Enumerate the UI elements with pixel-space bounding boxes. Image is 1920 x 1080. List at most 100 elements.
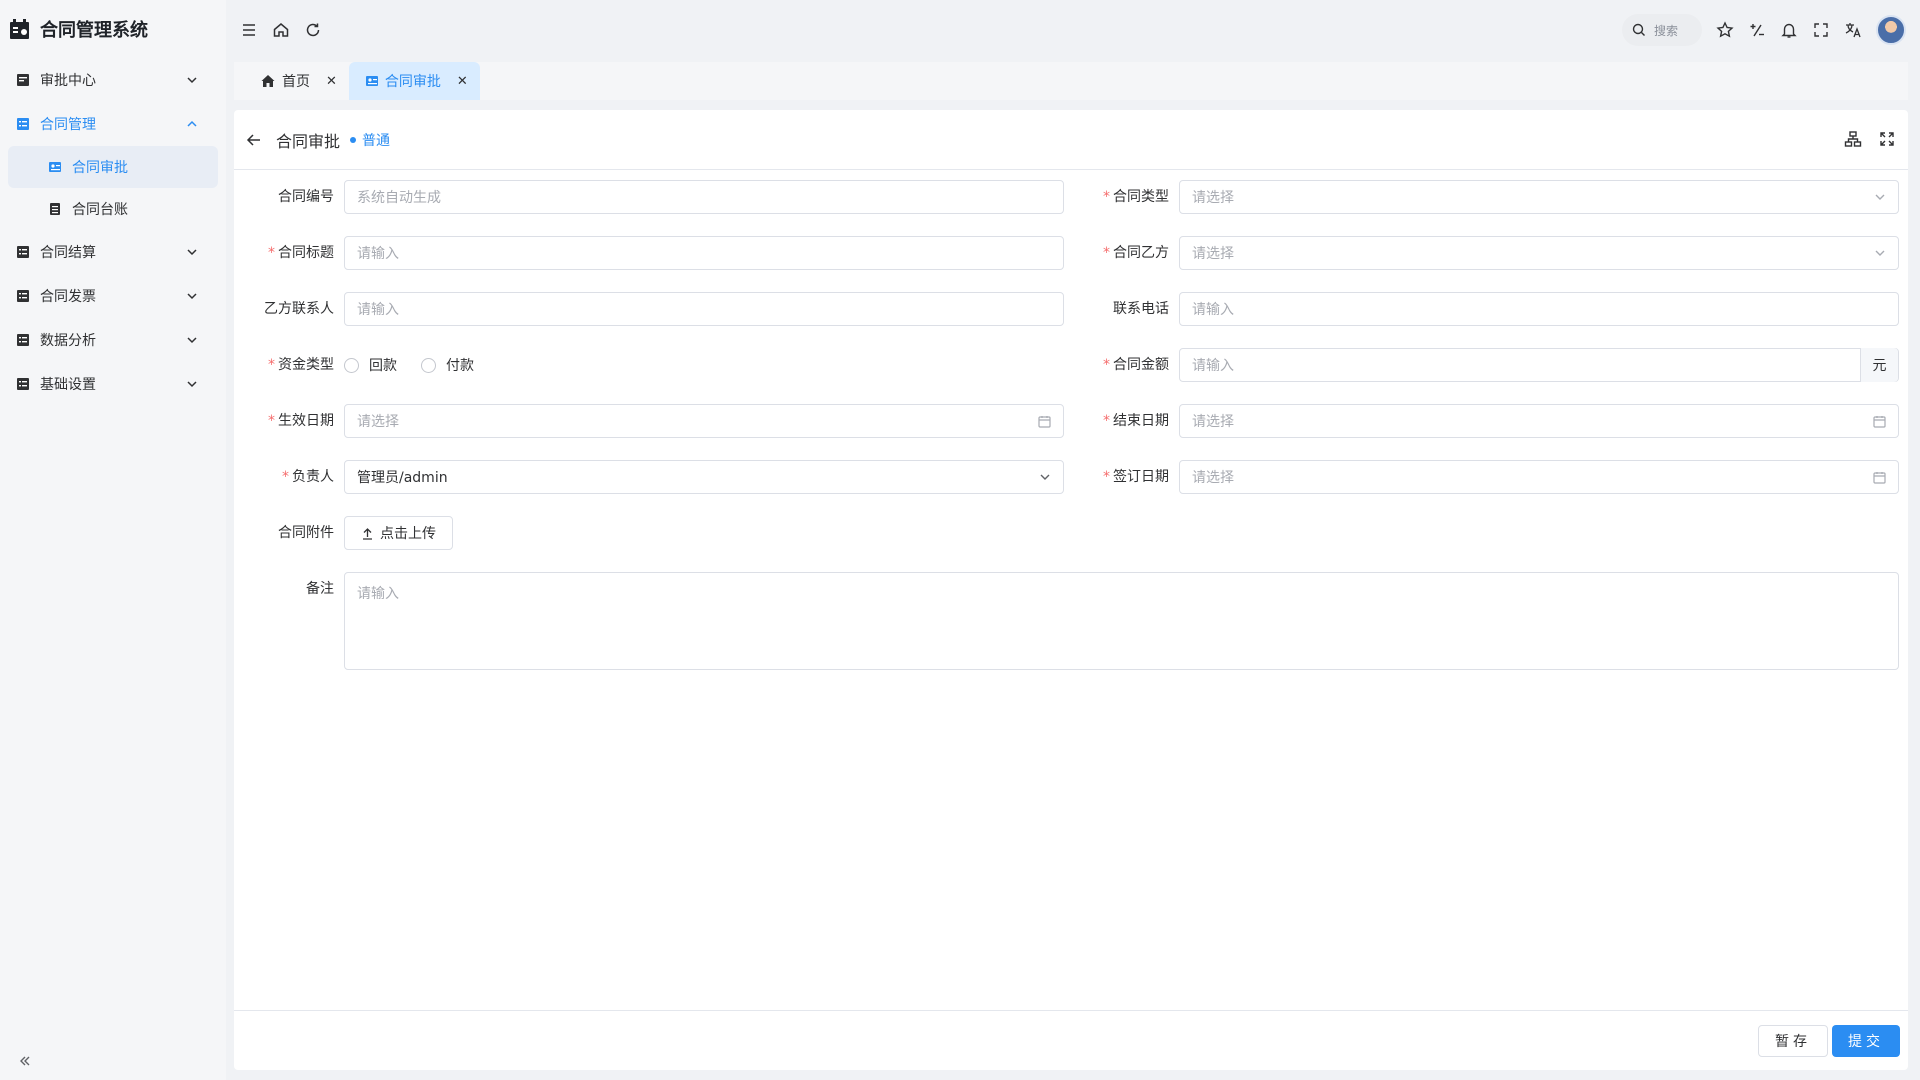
chevron-down-icon bbox=[187, 337, 197, 344]
menu-contract-ledger[interactable]: 合同台账 bbox=[8, 188, 218, 230]
tab-contract-approval[interactable]: 合同审批 ✕ bbox=[348, 62, 480, 100]
collapse-sidebar-button[interactable] bbox=[18, 1054, 32, 1068]
global-search[interactable]: 搜索 bbox=[1622, 14, 1702, 46]
sign-date-label: * 签订日期 bbox=[1103, 469, 1169, 485]
owner-label: * 负责人 bbox=[282, 469, 334, 485]
menu-label: 审批中心 bbox=[40, 73, 96, 89]
star-icon[interactable] bbox=[1716, 21, 1734, 39]
party-b-select[interactable]: 请选择 bbox=[1179, 236, 1899, 270]
menu-data-analysis[interactable]: 数据分析 bbox=[0, 318, 226, 362]
effective-date-picker[interactable]: 请选择 bbox=[344, 404, 1064, 438]
menu-contract-management[interactable]: 合同管理 bbox=[0, 102, 226, 146]
chevron-down-icon bbox=[187, 249, 197, 256]
search-placeholder: 搜索 bbox=[1654, 23, 1679, 38]
owner-select[interactable]: 管理员/admin bbox=[344, 460, 1064, 494]
tab-bar: 首页 ✕ 合同审批 ✕ bbox=[234, 62, 1908, 100]
app-logo-icon bbox=[8, 17, 32, 41]
upload-icon bbox=[363, 527, 372, 540]
menu-contract-settlement[interactable]: 合同结算 bbox=[0, 230, 226, 274]
phone-label: 联系电话 bbox=[1113, 301, 1169, 317]
menu-approval-center[interactable]: 审批中心 bbox=[0, 58, 226, 102]
chevron-up-icon bbox=[187, 120, 197, 127]
radio-refund[interactable]: 回款 bbox=[344, 355, 397, 375]
chevron-down-icon bbox=[187, 381, 197, 388]
badge-dot bbox=[350, 136, 357, 143]
chevron-down-icon bbox=[187, 77, 197, 84]
menu-label: 合同管理 bbox=[40, 117, 96, 133]
attachment-label: 合同附件 bbox=[278, 525, 334, 541]
close-icon[interactable]: ✕ bbox=[457, 74, 468, 89]
menu-contract-approval[interactable]: 合同审批 bbox=[8, 146, 218, 188]
search-icon bbox=[1632, 23, 1645, 36]
double-chevron-left-icon bbox=[20, 1056, 30, 1066]
menu-toggle-icon[interactable] bbox=[240, 21, 258, 39]
home-icon[interactable] bbox=[272, 21, 290, 39]
chevron-down-icon bbox=[1875, 194, 1885, 200]
list-icon bbox=[17, 118, 29, 130]
id-card-icon bbox=[49, 162, 61, 172]
id-card-icon bbox=[365, 76, 378, 86]
page-title: 合同审批 bbox=[276, 131, 341, 151]
theme-switch-icon[interactable] bbox=[1748, 21, 1766, 39]
contract-no-label: 合同编号 bbox=[278, 189, 334, 205]
app-logo[interactable]: 合同管理系统 bbox=[0, 0, 226, 58]
menu-contract-invoice[interactable]: 合同发票 bbox=[0, 274, 226, 318]
list-icon bbox=[17, 246, 29, 258]
amount-input[interactable]: 请输入 元 bbox=[1179, 348, 1899, 382]
remark-label: 备注 bbox=[306, 581, 334, 597]
phone-input[interactable]: 请输入 bbox=[1179, 292, 1899, 326]
tab-home[interactable]: 首页 ✕ bbox=[234, 62, 349, 100]
end-date-label: * 结束日期 bbox=[1103, 413, 1169, 429]
chevron-down-icon bbox=[1875, 250, 1885, 256]
priority-badge: 普通 bbox=[350, 130, 390, 150]
sign-date-picker[interactable]: 请选择 bbox=[1179, 460, 1899, 494]
submit-button[interactable]: 提交 bbox=[1832, 1025, 1900, 1057]
menu-basic-settings[interactable]: 基础设置 bbox=[0, 362, 226, 406]
refresh-icon[interactable] bbox=[304, 21, 322, 39]
list-icon bbox=[17, 378, 29, 390]
amount-unit: 元 bbox=[1860, 348, 1898, 382]
radio-circle[interactable] bbox=[344, 357, 359, 373]
menu-label: 基础设置 bbox=[40, 377, 96, 393]
save-draft-button[interactable]: 暂存 bbox=[1758, 1025, 1828, 1057]
calendar-icon bbox=[1873, 416, 1886, 428]
contract-type-label: * 合同类型 bbox=[1103, 189, 1169, 205]
list-icon bbox=[17, 334, 29, 346]
contract-no-input[interactable]: 系统自动生成 bbox=[344, 180, 1064, 214]
ledger-icon bbox=[50, 203, 60, 215]
main-panel: 合同审批 普通 合同编号 系统自动生成 * 合同类型 请选择 * 合同标题 请输入 … bbox=[234, 110, 1908, 1070]
flow-chart-icon[interactable] bbox=[1844, 130, 1862, 148]
party-b-contact-input[interactable]: 请输入 bbox=[344, 292, 1064, 326]
party-b-label: * 合同乙方 bbox=[1103, 245, 1169, 261]
menu-label: 合同审批 bbox=[72, 160, 128, 176]
chevron-down-icon bbox=[1040, 474, 1050, 480]
back-arrow-icon[interactable] bbox=[244, 130, 264, 150]
contract-type-select[interactable]: 请选择 bbox=[1179, 180, 1899, 214]
effective-date-label: * 生效日期 bbox=[268, 413, 334, 429]
calendar-icon bbox=[1038, 416, 1051, 428]
contract-title-label: * 合同标题 bbox=[268, 245, 334, 261]
radio-circle[interactable] bbox=[421, 357, 436, 373]
menu-label: 合同发票 bbox=[40, 289, 96, 305]
translate-icon[interactable] bbox=[1844, 21, 1862, 39]
calendar-icon bbox=[1873, 472, 1886, 484]
tab-label: 合同审批 bbox=[384, 74, 441, 90]
tab-label: 首页 bbox=[282, 74, 310, 90]
radio-payment[interactable]: 付款 bbox=[421, 355, 474, 375]
document-list-icon bbox=[17, 74, 29, 86]
menu-label: 合同台账 bbox=[72, 202, 128, 218]
fullscreen-icon[interactable] bbox=[1812, 21, 1830, 39]
end-date-picker[interactable]: 请选择 bbox=[1179, 404, 1899, 438]
amount-label: * 合同金额 bbox=[1103, 357, 1169, 373]
user-avatar[interactable] bbox=[1876, 15, 1906, 45]
fund-type-radio-group: 回款 付款 bbox=[344, 348, 474, 382]
contract-title-input[interactable]: 请输入 bbox=[344, 236, 1064, 270]
chevron-down-icon bbox=[187, 293, 197, 300]
expand-icon[interactable] bbox=[1878, 130, 1896, 148]
close-icon[interactable]: ✕ bbox=[326, 74, 337, 89]
sidebar: 合同管理系统 审批中心 合同管理 合同审批 合同台账 合同结算 合同发票 数据分… bbox=[0, 0, 226, 1080]
bell-icon[interactable] bbox=[1780, 21, 1798, 39]
remark-textarea[interactable]: 请输入 bbox=[344, 572, 1899, 670]
upload-button[interactable]: 点击上传 bbox=[344, 516, 453, 550]
menu-label: 合同结算 bbox=[40, 245, 96, 261]
